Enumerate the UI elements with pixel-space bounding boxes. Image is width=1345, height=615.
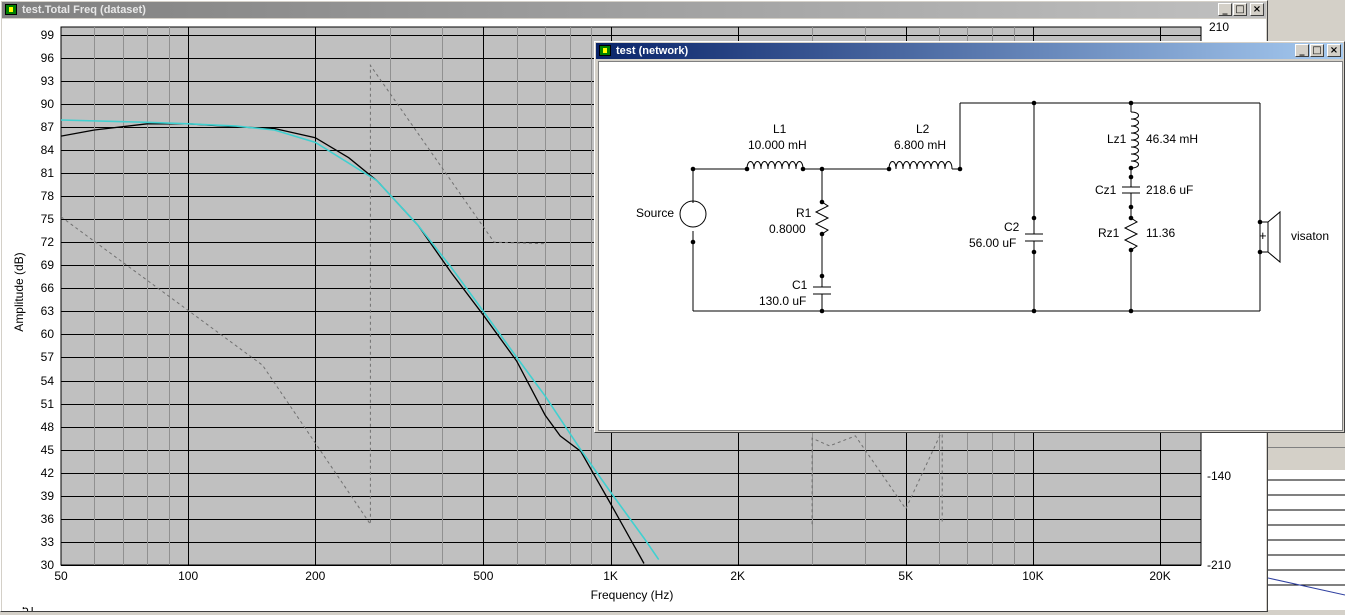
y-tick-label: 36 xyxy=(40,511,54,526)
x-tick-label: 5K xyxy=(898,569,914,583)
r1-value: 0.8000 xyxy=(769,222,806,236)
freq-window-titlebar[interactable]: test.Total Freq (dataset) _ □ × xyxy=(2,2,1266,18)
bottom-partial-tick: 51 xyxy=(22,607,35,611)
y-tick-label: 99 xyxy=(40,27,54,42)
x-tick-label: 50 xyxy=(54,569,68,583)
x-tick-label: 2K xyxy=(730,569,746,583)
l1-value: 10.000 mH xyxy=(748,138,807,152)
y-tick-label: 45 xyxy=(40,442,54,457)
y-tick-label: 93 xyxy=(40,73,54,88)
right-tick-label: -210 xyxy=(1207,558,1232,572)
y-tick-label: 75 xyxy=(40,212,54,227)
app-icon[interactable] xyxy=(599,45,611,56)
lz1-value: 46.34 mH xyxy=(1146,132,1199,146)
l2-name: L2 xyxy=(916,122,930,136)
r1-name: R1 xyxy=(796,206,812,220)
x-axis-title: Frequency (Hz) xyxy=(590,588,674,602)
minimize-button[interactable]: _ xyxy=(1218,3,1232,16)
y-tick-label: 84 xyxy=(40,142,54,157)
freq-window-title: test.Total Freq (dataset) xyxy=(22,4,146,16)
y-tick-label: 63 xyxy=(40,304,54,319)
y-tick-label: 57 xyxy=(40,350,54,365)
network-canvas[interactable]: Source L1 10.000 mH L2 6.800 mH R1 0.800… xyxy=(598,61,1343,431)
speaker-cone xyxy=(1267,210,1281,264)
c1-name: C1 xyxy=(792,278,808,292)
x-tick-label: 100 xyxy=(178,569,199,583)
bg-window-titlebar xyxy=(1268,6,1345,36)
source-symbol xyxy=(679,200,707,228)
y-tick-label: 78 xyxy=(40,189,54,204)
y-tick-label: 69 xyxy=(40,258,54,273)
lz1-name: Lz1 xyxy=(1107,132,1127,146)
c2-value: 56.00 uF xyxy=(969,236,1017,250)
maximize-button[interactable]: □ xyxy=(1233,3,1247,16)
right-tick-label: 210 xyxy=(1209,20,1230,34)
l1-name: L1 xyxy=(773,122,787,136)
rz1-name: Rz1 xyxy=(1098,226,1120,240)
speaker-label: visaton xyxy=(1291,229,1330,243)
bg-window-chart xyxy=(1267,470,1345,610)
rz1-value: 11.36 xyxy=(1146,226,1176,240)
inductor-l1 xyxy=(746,161,804,170)
y-tick-label: 33 xyxy=(40,534,54,549)
network-window-title: test (network) xyxy=(616,45,689,57)
cz1-value: 218.6 uF xyxy=(1146,183,1194,197)
maximize-button[interactable]: □ xyxy=(1310,44,1324,57)
bg-chart-lines xyxy=(1267,479,1345,596)
resistor-rz1 xyxy=(1123,217,1139,251)
y-tick-label: 90 xyxy=(40,96,54,111)
close-button[interactable]: × xyxy=(1327,44,1341,57)
x-tick-label: 20K xyxy=(1149,569,1171,583)
y-tick-label: 96 xyxy=(40,50,54,65)
y-tick-label: 42 xyxy=(40,465,54,480)
y-axis-title: Amplitude (dB) xyxy=(12,252,26,332)
y-tick-label: 81 xyxy=(40,166,54,181)
c2-name: C2 xyxy=(1004,220,1020,234)
y-tick-label: 66 xyxy=(40,281,54,296)
app-icon[interactable] xyxy=(5,4,17,15)
inductor-lz1 xyxy=(1130,111,1139,169)
resistor-r1 xyxy=(814,201,830,235)
x-tick-label: 500 xyxy=(473,569,494,583)
y-tick-label: 54 xyxy=(40,373,54,388)
source-label: Source xyxy=(636,206,675,220)
y-tick-label: 60 xyxy=(40,327,54,342)
y-tick-label: 72 xyxy=(40,235,54,250)
minimize-button[interactable]: _ xyxy=(1295,44,1309,57)
l2-value: 6.800 mH xyxy=(894,138,947,152)
y-tick-label: 87 xyxy=(40,119,54,134)
y-tick-label: 48 xyxy=(40,419,54,434)
bg-window-pane xyxy=(1268,447,1345,468)
x-tick-label: 10K xyxy=(1022,569,1044,583)
inductor-l2 xyxy=(888,161,953,170)
speaker-polarity: + xyxy=(1259,228,1267,243)
y-tick-label: 39 xyxy=(40,488,54,503)
right-tick-label: -140 xyxy=(1207,469,1232,483)
y-tick-label: 51 xyxy=(40,396,54,411)
network-window[interactable]: test (network) _ □ × Source L1 10.000 mH… xyxy=(594,41,1345,433)
network-window-titlebar[interactable]: test (network) _ □ × xyxy=(596,43,1343,59)
x-tick-label: 200 xyxy=(305,569,326,583)
x-tick-label: 1K xyxy=(603,569,618,583)
close-button[interactable]: × xyxy=(1250,3,1264,16)
c1-value: 130.0 uF xyxy=(759,294,807,308)
cz1-name: Cz1 xyxy=(1095,183,1117,197)
